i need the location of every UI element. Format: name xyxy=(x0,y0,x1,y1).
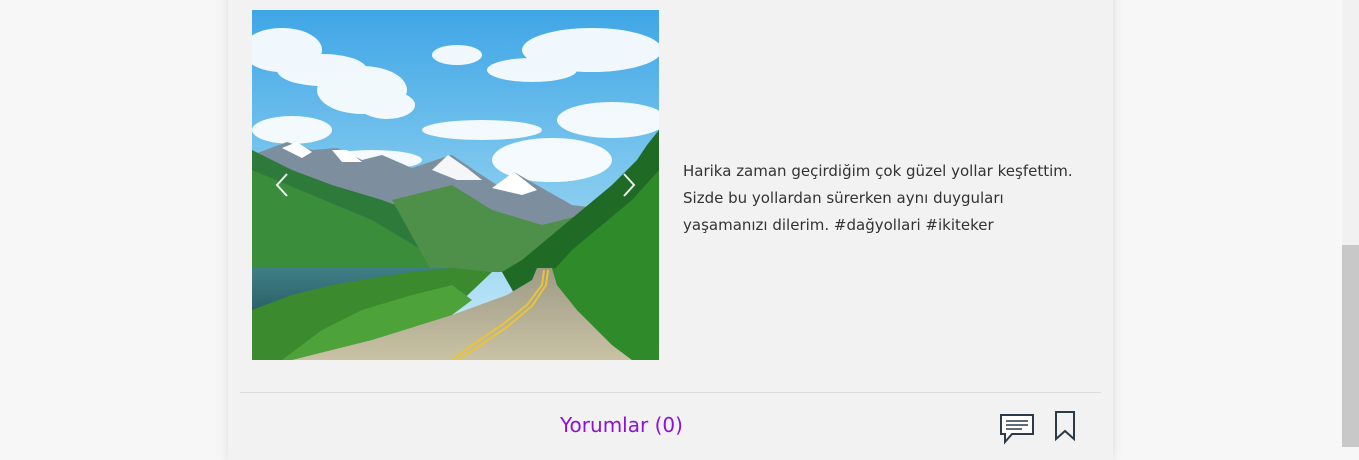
bookmark-button[interactable] xyxy=(1052,410,1078,446)
slider-next-button[interactable] xyxy=(614,170,644,200)
image-slider[interactable] xyxy=(252,10,659,360)
comment-button[interactable] xyxy=(998,412,1036,450)
landscape-photo xyxy=(252,10,659,360)
post-card: Harika zaman geçirdiğim çok güzel yollar… xyxy=(228,0,1113,460)
divider xyxy=(240,392,1101,393)
caption-line: yaşamanızı dilerim. #dağyollari #ikiteke… xyxy=(683,216,994,234)
caption-line: Harika zaman geçirdiğim çok güzel yollar… xyxy=(683,162,1073,180)
speech-bubble-icon xyxy=(1000,414,1034,445)
chevron-right-icon xyxy=(623,173,636,197)
bookmark-icon xyxy=(1055,411,1075,442)
chevron-left-icon xyxy=(275,173,288,197)
comments-link[interactable]: Yorumlar (0) xyxy=(560,413,683,437)
slider-prev-button[interactable] xyxy=(267,170,297,200)
caption-line: Sizde bu yollardan sürerken aynı duygula… xyxy=(683,189,1004,207)
scrollbar-thumb[interactable] xyxy=(1342,245,1359,447)
post-caption: Harika zaman geçirdiğim çok güzel yollar… xyxy=(683,158,1093,239)
